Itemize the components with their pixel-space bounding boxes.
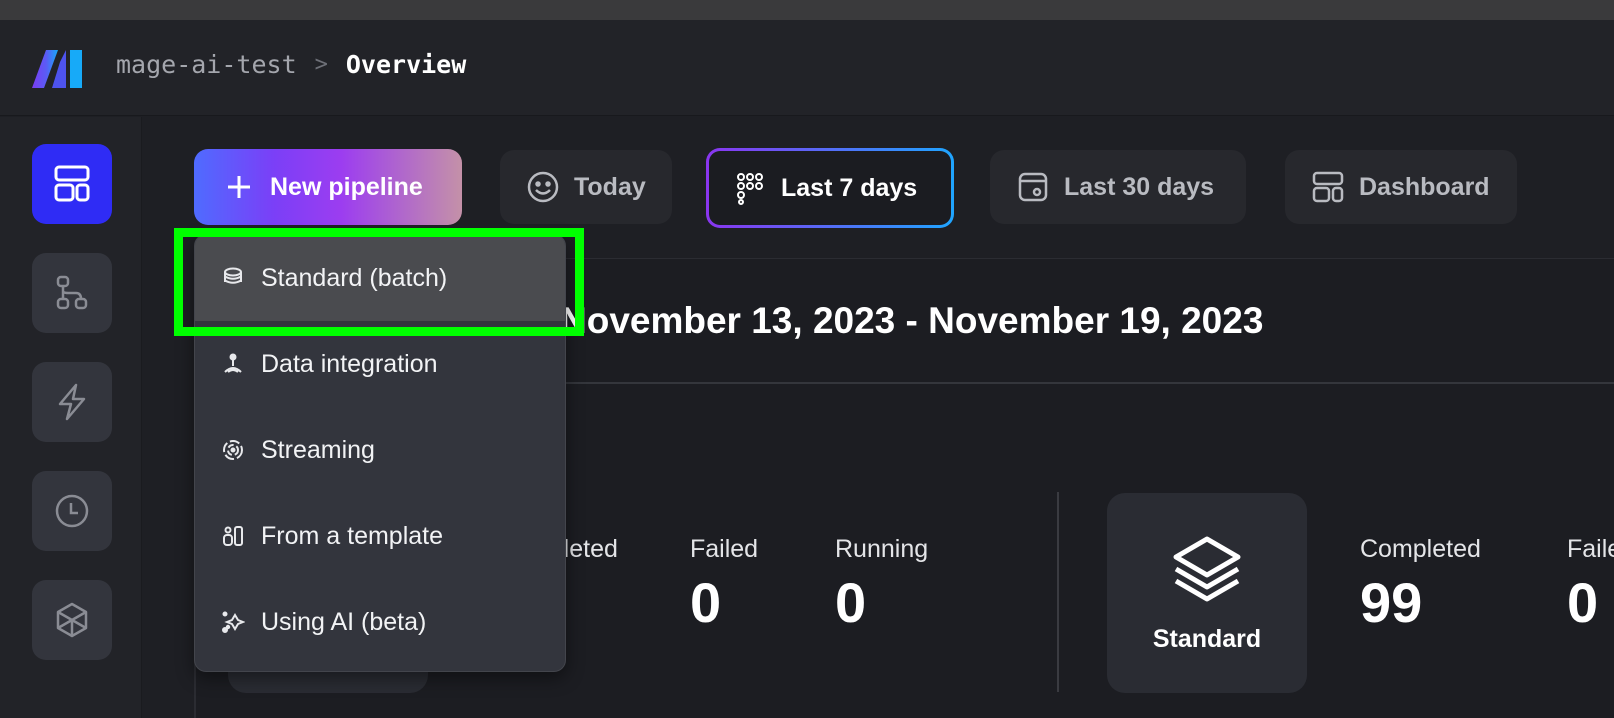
layout-grid-icon (1312, 171, 1344, 203)
breadcrumb: mage-ai-test > Overview (116, 50, 466, 79)
breadcrumb-project[interactable]: mage-ai-test (116, 50, 297, 79)
range-today-label: Today (574, 172, 646, 201)
cube-icon (56, 602, 88, 638)
date-range-title: November 13, 2023 - November 19, 2023 (560, 300, 1264, 341)
streaming-icon (223, 440, 243, 460)
new-pipeline-menu: Standard (batch) Data integration Stream… (194, 234, 566, 672)
menu-item-label: Streaming (261, 435, 375, 464)
menu-item-standard-batch[interactable]: Standard (batch) (195, 235, 565, 321)
new-pipeline-button[interactable]: New pipeline (194, 149, 462, 225)
menu-item-label: Data integration (261, 349, 438, 378)
stats-divider (1057, 492, 1059, 692)
standard-tile-label: Standard (1152, 624, 1262, 653)
lightning-icon (58, 383, 86, 421)
stat-running-label: Running (835, 535, 929, 563)
range-today-button[interactable]: Today (500, 150, 672, 224)
menu-item-data-integration[interactable]: Data integration (195, 321, 565, 407)
standard-stat-failed-label: Failed (1567, 535, 1614, 563)
stat-running-value: 0 (835, 571, 867, 634)
dashboard-button[interactable]: Dashboard (1285, 150, 1517, 224)
plus-icon (228, 176, 250, 198)
range-last-30-days-button[interactable]: Last 30 days (990, 150, 1246, 224)
ai-sparkle-icon (222, 611, 245, 633)
standard-stat-completed-value: 99 (1360, 571, 1423, 634)
standard-stat-failed: Failed 0 (1567, 535, 1614, 635)
smiley-icon (527, 171, 559, 203)
standard-stat-completed-label: Completed (1360, 535, 1481, 563)
range-last-30-days-label: Last 30 days (1064, 172, 1215, 201)
calendar-icon (1018, 172, 1048, 202)
menu-item-streaming[interactable]: Streaming (195, 407, 565, 493)
template-icon (223, 526, 243, 546)
layout-grid-icon (54, 165, 90, 202)
dots-grid-icon (737, 173, 763, 205)
sidebar (0, 117, 142, 718)
standard-stat-completed: Completed 99 (1360, 535, 1481, 635)
menu-item-label: Standard (batch) (261, 263, 448, 292)
stat-failed: Failed 0 (690, 535, 758, 635)
standard-pipelines-tile[interactable]: Standard (1107, 493, 1307, 693)
pipeline-tree-icon (56, 275, 88, 310)
window-top-strip (0, 0, 1614, 20)
mage-logo-icon[interactable] (32, 50, 84, 88)
menu-item-label: From a template (261, 521, 444, 550)
sidebar-item-overview[interactable] (32, 144, 112, 224)
app-header: mage-ai-test > Overview (0, 20, 1614, 116)
sidebar-item-runs[interactable] (32, 471, 112, 551)
clock-icon (55, 494, 89, 528)
menu-item-using-ai[interactable]: Using AI (beta) (195, 579, 565, 665)
sidebar-item-templates[interactable] (32, 580, 112, 660)
new-pipeline-label: New pipeline (270, 172, 423, 201)
breadcrumb-separator: > (314, 52, 328, 77)
sidebar-item-pipelines[interactable] (32, 253, 112, 333)
stat-failed-label: Failed (690, 535, 759, 563)
range-last-7-days-label: Last 7 days (781, 173, 918, 202)
menu-item-label: Using AI (beta) (261, 607, 427, 636)
layers-icon (224, 267, 242, 284)
dashboard-label: Dashboard (1359, 172, 1490, 201)
sidebar-item-triggers[interactable] (32, 362, 112, 442)
stat-failed-value: 0 (690, 571, 722, 634)
stat-running: Running 0 (835, 535, 928, 635)
layers-icon (1173, 536, 1241, 601)
standard-stat-failed-value: 0 (1567, 571, 1599, 634)
menu-item-from-template[interactable]: From a template (195, 493, 565, 579)
integration-icon (224, 353, 242, 373)
range-last-7-days-button[interactable]: Last 7 days (706, 148, 954, 228)
breadcrumb-current: Overview (345, 50, 467, 79)
